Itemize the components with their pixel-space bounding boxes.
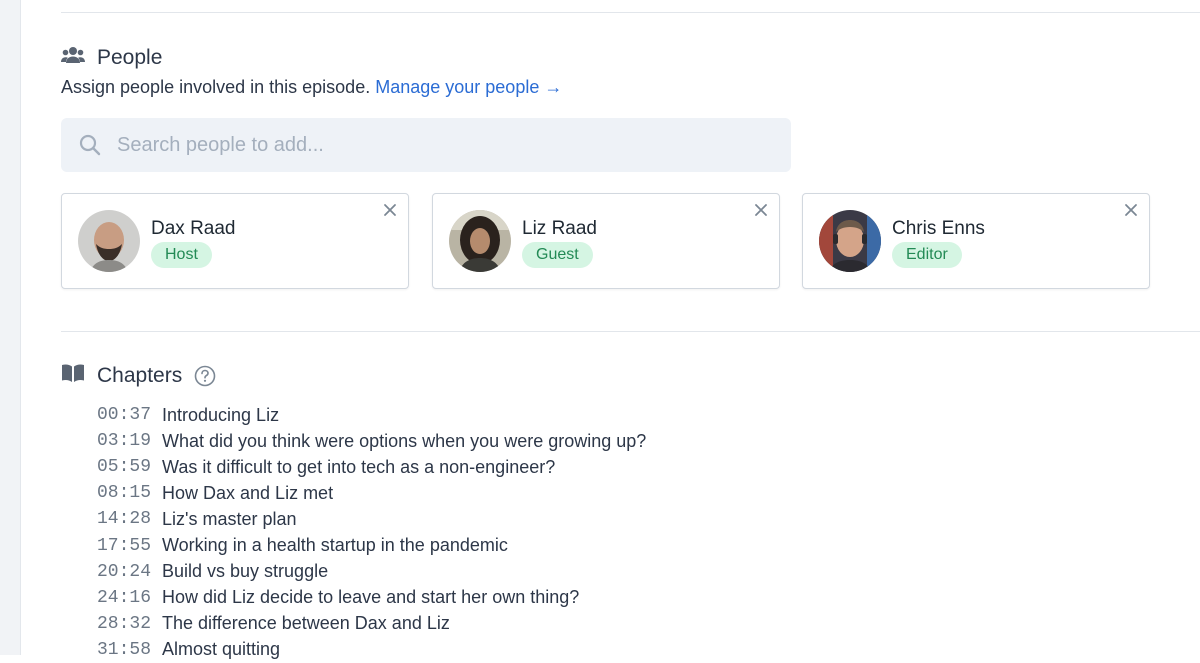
people-search-box[interactable] — [61, 118, 791, 172]
chapter-title: The difference between Dax and Liz — [162, 613, 450, 634]
chapter-title: Liz's master plan — [162, 508, 297, 529]
chapter-timestamp: 24:16 — [97, 587, 152, 608]
people-subtitle: Assign people involved in this episode. … — [61, 77, 562, 98]
chapter-row[interactable]: 05:59 Was it difficult to get into tech a… — [97, 454, 646, 480]
close-icon[interactable] — [753, 202, 769, 218]
person-name: Chris Enns — [892, 218, 985, 239]
chapter-timestamp: 00:37 — [97, 405, 152, 426]
chapter-row[interactable]: 03:19 What did you think were options whe… — [97, 428, 646, 454]
question-circle-icon[interactable] — [194, 365, 216, 387]
person-name: Liz Raad — [522, 218, 597, 239]
chapters-title: Chapters — [97, 363, 183, 387]
people-section-header: People — [61, 45, 162, 70]
chapter-timestamp: 03:19 — [97, 431, 152, 452]
close-icon[interactable] — [1123, 202, 1139, 218]
left-rail — [0, 0, 21, 655]
top-divider — [61, 12, 1200, 13]
book-open-icon — [61, 363, 85, 388]
chapter-row[interactable]: 28:32 The difference between Dax and Liz — [97, 611, 646, 637]
chapter-timestamp: 05:59 — [97, 457, 152, 478]
role-badge: Guest — [522, 242, 593, 268]
chapters-section-header: Chapters — [61, 363, 216, 388]
chapter-title: Introducing Liz — [162, 404, 280, 425]
people-subtitle-text: Assign people involved in this episode. — [61, 77, 371, 97]
chapter-title: Was it difficult to get into tech as a n… — [162, 456, 556, 477]
chapter-title: How did Liz decide to leave and start he… — [162, 587, 580, 608]
people-group-icon — [61, 45, 85, 70]
people-search-input[interactable] — [115, 132, 719, 158]
chapter-title: Build vs buy struggle — [162, 561, 329, 582]
section-divider — [61, 331, 1200, 332]
chapter-timestamp: 14:28 — [97, 509, 152, 530]
chapter-row[interactable]: 20:24 Build vs buy struggle — [97, 559, 646, 585]
role-badge: Editor — [892, 242, 962, 268]
chapter-list: 00:37 Introducing Liz 03:19 What did you th… — [97, 402, 646, 663]
search-icon — [79, 134, 101, 156]
person-card-dax[interactable]: Dax Raad Host — [61, 193, 409, 289]
people-title: People — [97, 45, 163, 69]
chapter-timestamp: 20:24 — [97, 561, 152, 582]
close-icon[interactable] — [382, 202, 398, 218]
person-name: Dax Raad — [151, 218, 236, 239]
chapter-title: Working in a health startup in the pande… — [162, 535, 508, 556]
chapter-title: Almost quitting — [162, 639, 281, 660]
chapter-title: How Dax and Liz met — [162, 482, 334, 503]
chapter-row[interactable]: 00:37 Introducing Liz — [97, 402, 646, 428]
chapter-row[interactable]: 14:28 Liz's master plan — [97, 506, 646, 532]
avatar — [819, 210, 881, 272]
person-card-liz[interactable]: Liz Raad Guest — [432, 193, 780, 289]
person-card-chris[interactable]: Chris Enns Editor — [802, 193, 1150, 289]
avatar — [449, 210, 511, 272]
chapter-row[interactable]: 31:58 Almost quitting — [97, 637, 646, 663]
chapter-timestamp: 28:32 — [97, 613, 152, 634]
role-badge: Host — [151, 242, 212, 268]
chapter-timestamp: 17:55 — [97, 535, 152, 556]
chapter-timestamp: 31:58 — [97, 639, 152, 660]
chapter-title: What did you think were options when you… — [162, 430, 647, 451]
manage-people-link[interactable]: Manage your people → — [375, 77, 562, 97]
chapter-row[interactable]: 08:15 How Dax and Liz met — [97, 480, 646, 506]
chapter-row[interactable]: 17:55 Working in a health startup in the … — [97, 532, 646, 558]
chapter-timestamp: 08:15 — [97, 483, 152, 504]
chapter-row[interactable]: 24:16 How did Liz decide to leave and sta… — [97, 585, 646, 611]
avatar — [78, 210, 140, 272]
